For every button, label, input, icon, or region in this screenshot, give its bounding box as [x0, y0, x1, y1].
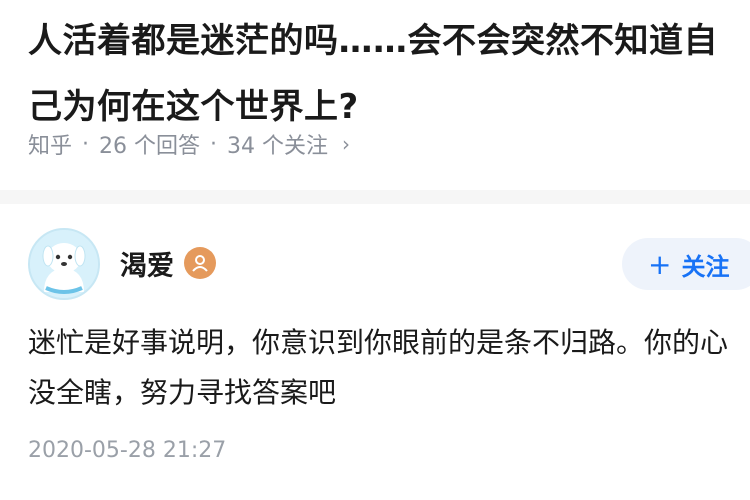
meta-separator: · — [82, 131, 90, 157]
user-badge-icon — [184, 247, 216, 279]
zhihu-answer-page: 人活着都是迷茫的吗……会不会突然不知道自己为何在这个世界上? 知乎 · 26 个… — [0, 0, 750, 500]
answer-text[interactable]: 迷忙是好事说明，你意识到你眼前的是条不归路。你的心没全瞎，努力寻找答案吧 — [28, 318, 743, 418]
question-meta[interactable]: 知乎 · 26 个回答 · 34 个关注 › — [28, 128, 350, 160]
answer-timestamp: 2020-05-28 21:27 — [28, 438, 227, 463]
author-name[interactable]: 渴爱 — [120, 244, 174, 283]
plus-icon: + — [648, 247, 672, 281]
chevron-right-icon[interactable]: › — [342, 132, 350, 156]
question-title[interactable]: 人活着都是迷茫的吗……会不会突然不知道自己为何在这个世界上? — [28, 8, 750, 140]
meta-separator: · — [210, 131, 218, 157]
follow-label: 关注 — [681, 252, 730, 281]
avatar[interactable] — [28, 228, 100, 300]
followers-count: 34 个关注 — [227, 134, 329, 159]
cartoon-dog-avatar-icon — [30, 230, 98, 298]
follow-button[interactable]: + 关注 — [622, 238, 750, 290]
source-label: 知乎 — [28, 134, 73, 159]
answers-count: 26 个回答 — [99, 134, 201, 159]
section-divider — [0, 190, 750, 204]
